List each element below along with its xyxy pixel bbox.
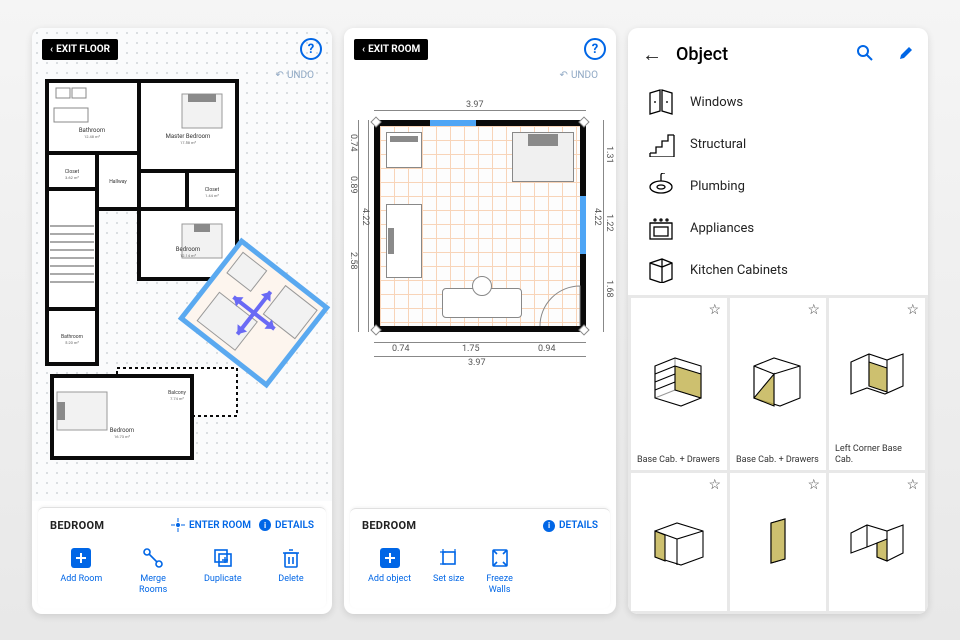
search-icon[interactable] [856,44,874,66]
svg-text:1.44 m²: 1.44 m² [205,193,219,198]
help-icon[interactable]: ? [584,38,606,60]
room-bottom-panel: BEDROOM i DETAILS Add object Set size Fr… [350,508,610,608]
stove-icon [646,214,676,242]
svg-text:12.14 m²: 12.14 m² [180,253,197,258]
category-kitchen-cabinets[interactable]: Kitchen Cabinets [628,249,928,291]
object-tile[interactable]: ☆ [829,473,925,611]
object-tile[interactable]: ☆ Base Cab. + Drawers [730,298,826,470]
object-browser-screen: ← Object Windows Structural Plumbing App… [628,28,928,614]
window-icon [646,88,676,116]
room-editor-screen: ‹ EXIT ROOM ? ↶ UNDO [344,28,616,614]
chevron-left-icon: ‹ [50,44,53,55]
room-topbar: ‹ EXIT ROOM ? [354,38,606,60]
svg-text:Bedroom: Bedroom [176,246,200,253]
floor-topbar: ‹ EXIT FLOOR ? [42,38,322,60]
favorite-icon[interactable]: ☆ [906,477,919,493]
object-grid: ☆ Base Cab. + Drawers ☆ Base Cab. + Draw… [628,295,928,614]
delete-button[interactable]: Delete [278,546,303,596]
freeze-walls-button[interactable]: Freeze Walls [486,546,513,596]
object-tile[interactable]: ☆ [730,473,826,611]
info-icon: i [259,519,271,531]
add-object-button[interactable]: Add object [368,546,411,596]
chevron-left-icon: ‹ [362,44,365,55]
svg-text:12.48 m²: 12.48 m² [84,134,101,139]
details-button[interactable]: i DETAILS [543,520,598,532]
svg-text:Bathroom: Bathroom [79,127,105,134]
room-canvas[interactable]: ‹ EXIT ROOM ? ↶ UNDO [344,28,616,502]
svg-text:Hallway: Hallway [109,179,127,185]
svg-text:7.74 m²: 7.74 m² [170,396,184,401]
object-tile[interactable]: ☆ Left Corner Base Cab. [829,298,925,470]
svg-text:Master Bedroom: Master Bedroom [166,133,211,140]
cabinet-icon [646,256,676,284]
stairs-icon [646,130,676,158]
category-appliances[interactable]: Appliances [628,207,928,249]
undo-button[interactable]: ↶ UNDO [560,70,598,81]
floor-editor-screen: ‹ EXIT FLOOR ? ↶ UNDO [32,28,332,614]
category-structural[interactable]: Structural [628,123,928,165]
svg-text:16.73 m²: 16.73 m² [114,434,131,439]
svg-text:3.62 m²: 3.62 m² [65,175,79,180]
merge-rooms-button[interactable]: Merge Rooms [139,546,167,596]
svg-text:5.20 m²: 5.20 m² [65,340,79,345]
object-tile[interactable]: ☆ [631,473,727,611]
back-icon[interactable]: ← [642,42,662,67]
category-list: Windows Structural Plumbing Appliances K… [628,77,928,295]
target-icon [171,518,185,532]
page-title: Object [676,44,832,65]
duplicate-button[interactable]: Duplicate [204,546,242,596]
set-size-button[interactable]: Set size [433,546,464,596]
enter-room-button[interactable]: ENTER ROOM [171,518,251,532]
edit-icon[interactable] [898,45,914,65]
favorite-icon[interactable]: ☆ [807,302,820,318]
favorite-icon[interactable]: ☆ [708,477,721,493]
object-tile[interactable]: ☆ Base Cab. + Drawers [631,298,727,470]
panel-title: BEDROOM [362,519,535,532]
help-icon[interactable]: ? [300,38,322,60]
exit-room-button[interactable]: ‹ EXIT ROOM [354,39,428,60]
sink-icon [646,172,676,200]
favorite-icon[interactable]: ☆ [708,302,721,318]
floor-bottom-panel: BEDROOM ENTER ROOM i DETAILS Add Room Me… [38,507,326,608]
undo-icon: ↶ [560,70,568,81]
svg-text:Bedroom: Bedroom [110,427,134,434]
info-icon: i [543,520,555,532]
undo-icon: ↶ [276,70,284,81]
svg-text:17.58 m²: 17.58 m² [180,140,197,145]
category-plumbing[interactable]: Plumbing [628,165,928,207]
exit-floor-button[interactable]: ‹ EXIT FLOOR [42,39,118,60]
floor-canvas[interactable]: ‹ EXIT FLOOR ? ↶ UNDO [32,28,332,501]
favorite-icon[interactable]: ☆ [906,302,919,318]
category-windows[interactable]: Windows [628,81,928,123]
add-room-button[interactable]: Add Room [60,546,102,596]
object-header: ← Object [628,28,928,77]
undo-button[interactable]: ↶ UNDO [276,70,314,81]
details-button[interactable]: i DETAILS [259,519,314,531]
panel-title: BEDROOM [50,519,163,532]
favorite-icon[interactable]: ☆ [807,477,820,493]
room-plan [374,120,586,332]
